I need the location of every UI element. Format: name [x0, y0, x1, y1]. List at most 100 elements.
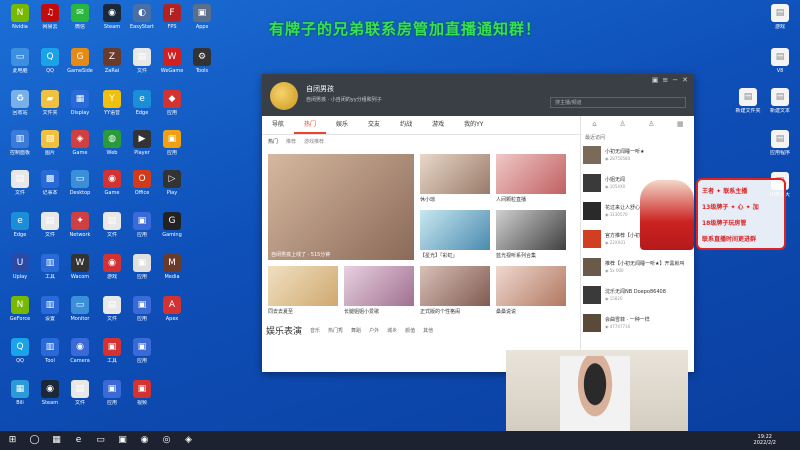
ent-tab[interactable]: 舞蹈	[351, 327, 361, 334]
stream-tile-caption: 桑桑说说	[496, 309, 517, 315]
side-tab-icon[interactable]: ♙	[648, 116, 654, 132]
desktop-icon[interactable]: ▷ Play	[154, 170, 190, 196]
desktop-icon[interactable]: ◆ 应用	[154, 90, 190, 116]
desktop-icon[interactable]: G GameSide	[62, 48, 98, 74]
taskbar-clock[interactable]: 19:22 2022/2/2	[754, 434, 776, 446]
desktop-icon-label: Desktop	[69, 190, 91, 196]
recent-title: 推荐【小初无闻睡一听★】开黑就叫	[605, 261, 685, 267]
side-tab-icon[interactable]: ⌂	[592, 116, 596, 132]
stream-tile[interactable]	[496, 210, 566, 250]
user-avatar[interactable]	[270, 82, 298, 110]
desktop-icon[interactable]: ▭ Desktop	[62, 170, 98, 196]
ent-tab[interactable]: 颜值	[405, 327, 415, 334]
skin-icon[interactable]: ▣	[652, 76, 659, 84]
side-tab-icon[interactable]: ♙	[619, 116, 625, 132]
desktop-icon[interactable]: ▦ Display	[62, 90, 98, 116]
tab-我的YY[interactable]: 我的YY	[454, 116, 493, 134]
tab-游戏[interactable]: 游戏	[422, 116, 454, 134]
tab-娱乐[interactable]: 娱乐	[326, 116, 358, 134]
desktop-icon[interactable]: A Apex	[154, 296, 190, 322]
stream-tile[interactable]	[268, 266, 338, 306]
menu-icon[interactable]: ≡	[662, 76, 668, 84]
app-icon: e	[133, 90, 151, 108]
app-icon: ♫	[41, 4, 59, 22]
desktop-icon-label: 游戏	[774, 24, 785, 30]
recent-item[interactable]: 小初无闻睡一听★ ◉ 28750580	[583, 146, 691, 166]
desktop-icon[interactable]: ✉ 微信	[62, 4, 98, 30]
desktop-icon[interactable]: ▤ V8	[762, 48, 798, 74]
taskbar-icon[interactable]: ◎	[160, 434, 173, 447]
taskbar-icon[interactable]: ◈	[182, 434, 195, 447]
tab-约战[interactable]: 约战	[390, 116, 422, 134]
stream-tile[interactable]	[420, 266, 490, 306]
subtab-item[interactable]: 推荐	[286, 138, 296, 145]
ent-tab[interactable]: 其他	[423, 327, 433, 334]
recent-item[interactable]: 推荐【小初无闻睡一听★】开黑就叫 ◉ 5x 000	[583, 258, 691, 278]
desktop-icon[interactable]: G Gaming	[154, 212, 190, 238]
taskbar-icon[interactable]: ◉	[138, 434, 151, 447]
desktop-icon-label: Tools	[195, 68, 209, 74]
yy-app-window[interactable]: 自闭男孩 自闭男孩 · 小自闭的yy分组和列子 ▣ ≡ − ✕ 搜主播/频道 导…	[262, 74, 694, 372]
desktop-icon[interactable]: ▣ 视频	[124, 380, 160, 406]
taskbar-icon[interactable]: ⊞	[6, 434, 19, 447]
desktop-icon[interactable]: ⚙ Tools	[184, 48, 220, 74]
tab-交友[interactable]: 交友	[358, 116, 390, 134]
content-grid: 自闭男孩上线了 · 515分钟 休小琼 人间颗粒直播 【星光】「彩虹」 蓝光视听系列合…	[268, 152, 568, 352]
subtab-item[interactable]: 游戏推荐	[304, 138, 324, 145]
desktop-icon[interactable]: ◈ Game	[62, 130, 98, 156]
close-icon[interactable]: ✕	[682, 76, 688, 84]
stream-tile[interactable]	[420, 210, 490, 250]
taskbar-icon[interactable]: ▭	[94, 434, 107, 447]
recent-meta: ◉ 1054XX	[605, 184, 626, 189]
ent-tab[interactable]: 音乐	[310, 327, 320, 334]
app-icon: ▣	[103, 380, 121, 398]
subtab-item[interactable]: 热门	[268, 138, 278, 145]
app-icon: ▤	[771, 48, 789, 66]
desktop-icon[interactable]: ✦ Network	[62, 212, 98, 238]
taskbar-icon[interactable]: ▦	[50, 434, 63, 447]
stream-tile[interactable]	[496, 266, 566, 306]
recent-item[interactable]: 会曲雪菲 · 一种一样 ◉ 47747716	[583, 314, 691, 334]
desktop-icon[interactable]: ▭ Monitor	[62, 296, 98, 322]
desktop-icon[interactable]: ▤ 新建文件夹	[730, 88, 766, 114]
app-icon: N	[11, 296, 29, 314]
tab-热门[interactable]: 热门	[294, 116, 327, 134]
stream-tile[interactable]	[496, 154, 566, 194]
desktop-icon[interactable]: ▤ 应用程序	[762, 130, 798, 156]
featured-stream[interactable]: 自闭男孩上线了 · 515分钟	[268, 154, 414, 260]
app-icon: ◉	[103, 254, 121, 272]
desktop-icon[interactable]: ▣ Apps	[184, 4, 220, 30]
minimize-icon[interactable]: −	[672, 76, 678, 84]
desktop-icon[interactable]: W Wacom	[62, 254, 98, 280]
desktop-icon[interactable]: M Media	[154, 254, 190, 280]
app-icon: ◆	[163, 90, 181, 108]
desktop-icon[interactable]: ▤ 游戏	[762, 4, 798, 30]
desktop-icon-label: Apex	[165, 316, 179, 322]
ent-tab[interactable]: 热门秀	[328, 327, 343, 334]
user-subtitle: 自闭男孩 · 小自闭的yy分组和列子	[306, 97, 382, 103]
desktop-icon[interactable]: ▣ 应用	[154, 130, 190, 156]
stream-tile[interactable]	[420, 154, 490, 194]
app-icon: ▤	[739, 88, 757, 106]
ent-tab[interactable]: 城乡	[387, 327, 397, 334]
app-icon: ◐	[133, 4, 151, 22]
tab-导航[interactable]: 导航	[262, 116, 294, 134]
taskbar-icon[interactable]: e	[72, 434, 85, 447]
desktop-icon[interactable]: ◉ Camera	[62, 338, 98, 364]
side-tab-icon[interactable]: ▦	[677, 116, 684, 132]
desktop-icon[interactable]: ▣ 应用	[124, 338, 160, 364]
desktop-icon[interactable]: ▤ 新建文本	[762, 88, 798, 114]
taskbar-icon[interactable]: ◯	[28, 434, 41, 447]
desktop-icon-label: Play	[166, 190, 178, 196]
stream-tile[interactable]	[344, 266, 414, 306]
ent-tab[interactable]: 户外	[369, 327, 379, 334]
desktop-icon[interactable]: ▤ 文件	[62, 380, 98, 406]
taskbar-icon[interactable]: ▣	[116, 434, 129, 447]
recent-item[interactable]: 沈乐无闻NB Doepo86408 ◉ 15820	[583, 286, 691, 306]
desktop-icon-label: Display	[70, 110, 90, 116]
app-icon: ▧	[41, 130, 59, 148]
stream-tile-caption: 蓝光视听系列合集	[496, 253, 537, 259]
side-tabs: ⌂ ♙ ♙ ▦	[581, 116, 694, 132]
search-input[interactable]: 搜主播/频道	[550, 97, 686, 108]
app-icon: ◉	[71, 338, 89, 356]
